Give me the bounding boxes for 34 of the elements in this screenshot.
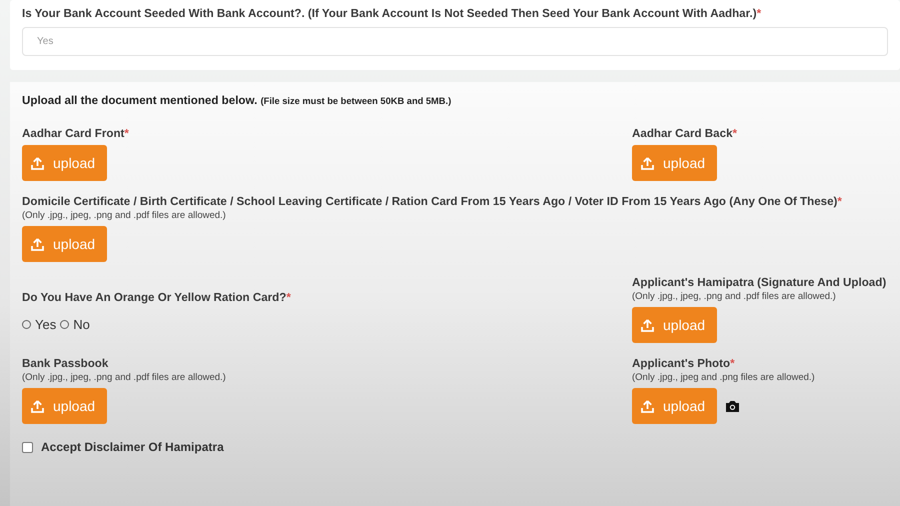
checkbox[interactable]	[22, 442, 33, 452]
section-heading: Upload all the document mentioned below.	[22, 94, 258, 107]
upload-button[interactable]: upload	[22, 226, 107, 262]
field-label: Bank Passbook	[22, 356, 110, 371]
field-label: Applicant's Photo*	[632, 356, 736, 371]
camera-icon[interactable]	[725, 400, 740, 412]
upload-button[interactable]: upload	[632, 145, 717, 181]
radio-button[interactable]	[22, 320, 31, 329]
upload-button[interactable]: upload	[632, 388, 717, 424]
radio-button[interactable]	[60, 320, 70, 329]
field-label: Domicile Certificate / Birth Certificate / School Leaving Certificate / Ration Card From 15 Years Ago / Voter ID From 15 Years Ago (Any One Of These)*	[22, 194, 843, 209]
upload-icon	[641, 318, 654, 332]
upload-button[interactable]: upload	[22, 145, 107, 181]
field-label: Is Your Bank Account Seeded With Bank Account?. (If Your Bank Account Is Not Seeded Then Seed Your Bank Account With Aadhar.)*	[22, 6, 762, 21]
field-label: Aadhar Card Back*	[632, 126, 738, 141]
upload-icon	[641, 156, 654, 170]
upload-icon	[641, 400, 654, 412]
field-label: Do You Have An Orange Or Yellow Ration Card?*	[22, 290, 292, 305]
file-type-note: (Only .jpg., jpeg, .png and .pdf files are allowed.)	[22, 209, 227, 222]
file-type-note: (Only .jpg., jpeg, .png and .pdf files are allowed.)	[632, 290, 837, 303]
radio-label[interactable]: Yes	[35, 317, 56, 332]
file-type-note: (Only .jpg., jpeg and .png files are allowed.)	[632, 371, 816, 384]
field-label: Aadhar Card Front*	[22, 126, 130, 141]
upload-icon	[31, 238, 44, 250]
upload-icon	[31, 400, 44, 412]
file-type-note: (Only .jpg., jpeg, .png and .pdf files are allowed.)	[22, 371, 227, 384]
upload-button[interactable]: upload	[22, 388, 107, 424]
file-size-note: (File size must be between 50KB and 5MB.)	[260, 96, 452, 106]
upload-button[interactable]: upload	[632, 307, 717, 343]
select-field[interactable]: Yes	[22, 27, 888, 56]
upload-icon	[31, 156, 44, 170]
checkbox-label[interactable]: Accept Disclaimer Of Hamipatra	[41, 440, 224, 454]
field-label: Applicant's Hamipatra (Signature And Upload)	[632, 275, 888, 290]
radio-label[interactable]: No	[73, 317, 90, 332]
